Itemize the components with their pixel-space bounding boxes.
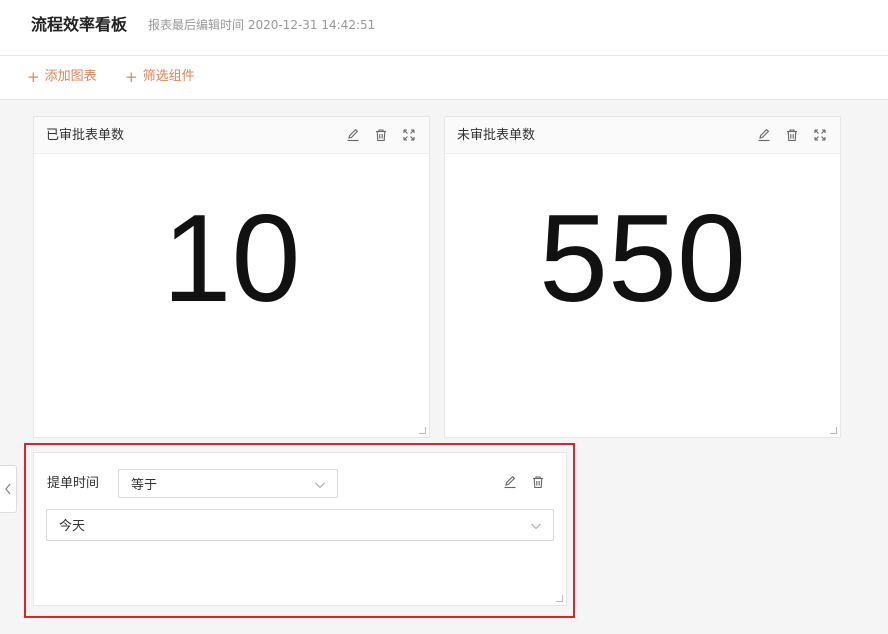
- delete-icon[interactable]: [530, 474, 546, 490]
- chevron-down-icon: [315, 482, 325, 489]
- edit-icon[interactable]: [756, 127, 772, 143]
- delete-icon[interactable]: [373, 127, 389, 143]
- filter-label: 提单时间: [47, 476, 100, 491]
- card-actions: [345, 127, 417, 143]
- chevron-down-icon: [531, 523, 541, 530]
- filter-actions: [502, 474, 546, 490]
- edit-icon[interactable]: [345, 127, 361, 143]
- delete-icon[interactable]: [784, 127, 800, 143]
- add-chart-button[interactable]: + 添加图表: [27, 68, 97, 86]
- toolbar: + 添加图表 + 筛选组件: [0, 56, 888, 100]
- edit-icon[interactable]: [502, 474, 518, 490]
- resize-handle[interactable]: [830, 427, 837, 434]
- add-filter-label: 筛选组件: [142, 69, 195, 84]
- last-edit-time: 报表最后编辑时间 2020-12-31 14:42:51: [148, 18, 376, 32]
- fullscreen-icon[interactable]: [812, 127, 828, 143]
- add-filter-button[interactable]: + 筛选组件: [125, 68, 195, 86]
- date-value-select[interactable]: 今天: [46, 509, 554, 541]
- stat-card-pending: 未审批表单数 550: [444, 116, 841, 438]
- add-chart-label: 添加图表: [44, 69, 97, 84]
- card-header: 未审批表单数: [445, 117, 840, 154]
- card-actions: [756, 127, 828, 143]
- card-title: 已审批表单数: [46, 128, 125, 143]
- stat-value: 550: [539, 190, 746, 328]
- card-title: 未审批表单数: [457, 128, 536, 143]
- filter-card: 提单时间 等于 今天: [33, 452, 567, 606]
- sidebar-collapse-button[interactable]: [0, 465, 17, 513]
- stat-value: 10: [162, 190, 301, 328]
- resize-handle[interactable]: [419, 427, 426, 434]
- stat-card-approved: 已审批表单数 10: [33, 116, 430, 438]
- operator-select[interactable]: 等于: [118, 469, 338, 498]
- card-header: 已审批表单数: [34, 117, 429, 154]
- date-value: 今天: [59, 519, 86, 534]
- page-header: 流程效率看板 报表最后编辑时间 2020-12-31 14:42:51: [0, 0, 888, 56]
- fullscreen-icon[interactable]: [401, 127, 417, 143]
- chevron-left-icon: [5, 483, 11, 495]
- operator-value: 等于: [131, 478, 158, 493]
- page-title: 流程效率看板: [31, 15, 128, 34]
- plus-icon: +: [125, 68, 138, 86]
- plus-icon: +: [27, 68, 40, 86]
- resize-handle[interactable]: [556, 595, 563, 602]
